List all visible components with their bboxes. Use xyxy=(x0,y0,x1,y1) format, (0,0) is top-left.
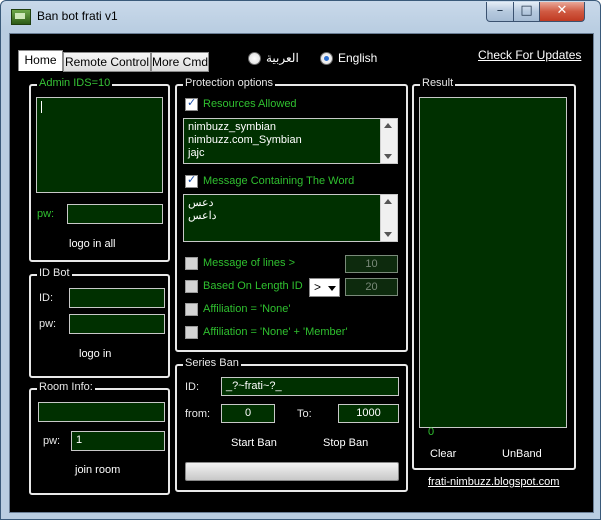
arabic-label: العربية xyxy=(266,51,299,65)
tab-remote-control[interactable]: Remote Control xyxy=(63,52,151,72)
series-ban-group: Series Ban ID: _?~frati~?_ from: 0 To: 1… xyxy=(175,357,408,492)
word-item: داعس xyxy=(188,210,217,222)
maximize-icon: □ xyxy=(520,3,533,18)
clear-button[interactable]: Clear xyxy=(430,448,456,460)
lines-field[interactable]: 10 xyxy=(345,255,398,273)
admin-ids-textarea[interactable] xyxy=(36,97,163,193)
room-info-group: Room Info: pw: 1 join room xyxy=(29,381,170,495)
lines-checkbox[interactable] xyxy=(185,257,198,270)
scroll-down-icon[interactable] xyxy=(384,154,392,159)
message-word-label: Message Containing The Word xyxy=(203,175,355,187)
protection-group: Protection options Resources Allowed nim… xyxy=(175,77,408,352)
app-window: Ban bot frati v1 – □ ✕ Home Remote Contr… xyxy=(0,0,601,520)
word-item: دعس xyxy=(188,197,214,209)
result-count: 0 xyxy=(428,426,435,438)
result-group-title: Result xyxy=(420,77,456,89)
window-title: Ban bot frati v1 xyxy=(37,9,118,23)
resource-item: jajc xyxy=(188,147,205,159)
aff-none-checkbox[interactable] xyxy=(185,303,198,316)
length-checkbox[interactable] xyxy=(185,280,198,293)
tab-more-cmd[interactable]: More Cmd xyxy=(151,52,209,72)
resources-label: Resources Allowed xyxy=(203,98,297,110)
admin-group: Admin IDS=10 pw: logo in all xyxy=(29,77,170,262)
words-scrollbar[interactable] xyxy=(380,195,397,241)
ban-progress-bar xyxy=(185,462,399,481)
id-bot-id-field[interactable] xyxy=(69,288,165,308)
chevron-down-icon xyxy=(328,286,336,291)
id-bot-pw-label: pw: xyxy=(39,318,57,330)
room-pw-label: pw: xyxy=(43,435,61,447)
room-pw-field[interactable]: 1 xyxy=(71,431,165,451)
stop-ban-button[interactable]: Stop Ban xyxy=(323,437,368,449)
start-ban-button[interactable]: Start Ban xyxy=(231,437,277,449)
series-id-field[interactable]: _?~frati~?_ xyxy=(221,377,399,396)
admin-group-title: Admin IDS=10 xyxy=(37,77,113,89)
english-label: English xyxy=(338,51,378,65)
series-ban-group-title: Series Ban xyxy=(183,357,241,369)
close-icon: ✕ xyxy=(556,3,568,18)
words-list[interactable]: دعس داعس xyxy=(183,194,398,242)
from-field[interactable]: 0 xyxy=(221,404,275,423)
check-updates-link[interactable]: Check For Updates xyxy=(478,48,581,62)
resources-list[interactable]: nimbuzz_symbian nimbuzz.com_Symbian jajc xyxy=(183,118,398,164)
unband-button[interactable]: UnBand xyxy=(502,448,542,460)
scroll-up-icon[interactable] xyxy=(384,123,392,128)
length-operator-select[interactable]: > xyxy=(309,278,340,297)
client-area: Home Remote Control More Cmd العربية Eng… xyxy=(9,33,594,513)
room-info-group-title: Room Info: xyxy=(37,381,95,393)
english-radio[interactable] xyxy=(320,52,333,65)
room-name-field[interactable] xyxy=(38,402,165,422)
resource-item: nimbuzz_symbian xyxy=(188,121,277,133)
app-icon xyxy=(11,9,31,25)
join-room-button[interactable]: join room xyxy=(75,464,120,476)
text-caret xyxy=(41,101,42,113)
result-list[interactable] xyxy=(419,97,567,428)
admin-pw-label: pw: xyxy=(37,208,55,220)
lines-label: Message of lines > xyxy=(203,257,296,269)
maximize-button[interactable]: □ xyxy=(513,2,540,22)
login-all-button[interactable]: logo in all xyxy=(69,238,115,250)
from-label: from: xyxy=(185,408,211,420)
title-bar[interactable]: Ban bot frati v1 – □ ✕ xyxy=(1,1,600,33)
blog-link[interactable]: frati-nimbuzz.blogspot.com xyxy=(428,476,559,488)
id-bot-id-label: ID: xyxy=(39,292,54,304)
aff-member-checkbox[interactable] xyxy=(185,326,198,339)
id-bot-pw-field[interactable] xyxy=(69,314,165,334)
series-id-label: ID: xyxy=(185,381,200,393)
login-button[interactable]: logo in xyxy=(79,348,111,360)
arabic-radio[interactable] xyxy=(248,52,261,65)
to-field[interactable]: 1000 xyxy=(338,404,399,423)
id-bot-group-title: ID Bot xyxy=(37,267,72,279)
result-group: Result 0 Clear UnBand xyxy=(412,77,576,470)
aff-none-label: Affiliation = 'None' xyxy=(203,303,291,315)
message-word-checkbox[interactable] xyxy=(185,173,198,188)
admin-pw-field[interactable] xyxy=(67,204,163,224)
resource-item: nimbuzz.com_Symbian xyxy=(188,134,302,146)
resources-scrollbar[interactable] xyxy=(380,119,397,163)
resources-checkbox[interactable] xyxy=(185,96,198,111)
scroll-up-icon[interactable] xyxy=(384,199,392,204)
length-operator-value: > xyxy=(314,280,322,294)
scroll-down-icon[interactable] xyxy=(384,232,392,237)
minimize-icon: – xyxy=(496,3,504,18)
minimize-button[interactable]: – xyxy=(486,2,514,22)
aff-member-label: Affiliation = 'None' + 'Member' xyxy=(203,326,348,338)
id-bot-group: ID Bot ID: pw: logo in xyxy=(29,267,170,378)
tab-home[interactable]: Home xyxy=(18,50,63,71)
to-label: To: xyxy=(297,408,312,420)
protection-group-title: Protection options xyxy=(183,77,276,89)
close-button[interactable]: ✕ xyxy=(539,2,585,22)
length-label: Based On Length ID xyxy=(203,280,303,292)
length-field[interactable]: 20 xyxy=(345,278,398,296)
